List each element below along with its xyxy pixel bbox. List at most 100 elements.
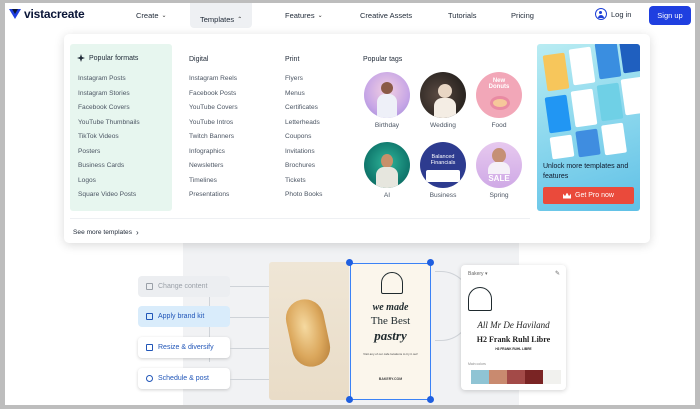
popular-tags-title: Popular tags [363, 56, 403, 63]
link-twitch-banners[interactable]: Twitch Banners [189, 133, 234, 140]
poster-line3: pastry [374, 328, 407, 343]
poster-line1: we made [372, 302, 409, 313]
link-tiktok-videos[interactable]: TikTok Videos [78, 133, 119, 140]
link-instagram-posts[interactable]: Instagram Posts [78, 75, 126, 82]
wedding-image [420, 72, 466, 118]
step-label: Apply brand kit [158, 313, 205, 320]
chevron-up-icon: ⌃ [237, 17, 243, 23]
step-label: Change content [158, 283, 208, 290]
link-business-cards[interactable]: Business Cards [78, 162, 124, 169]
user-icon [595, 8, 607, 20]
link-facebook-covers[interactable]: Facebook Covers [78, 104, 130, 111]
link-instagram-reels[interactable]: Instagram Reels [189, 75, 237, 82]
link-flyers[interactable]: Flyers [285, 75, 303, 82]
tag-spring[interactable]: SALE Spring [475, 142, 523, 199]
nav-features[interactable]: Features ⌄ [285, 11, 323, 20]
nav-templates[interactable]: Templates ⌃ [190, 3, 253, 28]
login-link[interactable]: Log in [595, 8, 631, 20]
pencil-icon[interactable]: ✎ [555, 270, 560, 277]
tag-wedding[interactable]: Wedding [419, 72, 467, 129]
crown-icon [563, 192, 572, 199]
link-youtube-thumbnails[interactable]: YouTube Thumbnails [78, 119, 140, 126]
vistacreate-logo[interactable]: vistacreate [9, 7, 85, 21]
resize-handle[interactable] [427, 259, 434, 266]
tag-business[interactable]: Balanced Financials Business [419, 142, 467, 199]
template-thumb [549, 134, 575, 160]
connector [230, 379, 270, 380]
resize-handle[interactable] [346, 396, 353, 403]
chevron-down-icon: ⌄ [161, 13, 167, 19]
step-resize[interactable]: Resize & diversify [138, 337, 230, 358]
bread-photo [269, 262, 349, 400]
pastry-poster[interactable]: we made The Best pastry Visit any of our… [350, 263, 431, 400]
connector [230, 286, 270, 287]
template-thumb [618, 44, 640, 74]
link-photo-books[interactable]: Photo Books [285, 191, 322, 198]
link-youtube-covers[interactable]: YouTube Covers [189, 104, 238, 111]
step-schedule[interactable]: Schedule & post [138, 368, 230, 389]
menu-divider [70, 218, 530, 219]
get-pro-label: Get Pro now [575, 192, 614, 199]
link-invitations[interactable]: Invitations [285, 148, 315, 155]
link-newsletters[interactable]: Newsletters [189, 162, 223, 169]
link-certificates[interactable]: Certificates [285, 104, 318, 111]
signup-button[interactable]: Sign up [649, 6, 691, 25]
link-timelines[interactable]: Timelines [189, 177, 217, 184]
food-image: New Donuts [476, 72, 522, 118]
step-apply-brand-kit[interactable]: Apply brand kit [138, 306, 230, 327]
browser-frame: Change content Apply brand kit Resize & … [5, 3, 695, 405]
font-sample-caps: H3 FRANK RUHL LIBRE [495, 347, 532, 351]
brand-kit-icon [146, 313, 153, 320]
get-pro-button[interactable]: Get Pro now [543, 187, 634, 204]
step-change-content[interactable]: Change content [138, 276, 230, 297]
link-tickets[interactable]: Tickets [285, 177, 306, 184]
color-swatch[interactable] [525, 370, 543, 384]
brand-name[interactable]: Bakery ▾ [468, 271, 487, 277]
chevron-right-icon: › [136, 228, 139, 237]
bakery-logo-icon [381, 272, 403, 294]
brand-kit-card: Bakery ▾ ✎ All Mr De Haviland H2 Frank R… [461, 265, 566, 390]
template-thumb [544, 94, 572, 134]
link-square-video-posts[interactable]: Square Video Posts [78, 191, 136, 198]
link-coupons[interactable]: Coupons [285, 133, 311, 140]
promo-text: Unlock more templates and features [543, 163, 629, 180]
font-sample-script: All Mr De Haviland [477, 320, 550, 330]
link-instagram-stories[interactable]: Instagram Stories [78, 90, 130, 97]
template-thumb [542, 52, 570, 92]
color-swatch[interactable] [489, 370, 507, 384]
tag-ai[interactable]: AI [363, 142, 411, 199]
tag-birthday[interactable]: Birthday [363, 72, 411, 129]
brand-logo-icon [468, 287, 492, 311]
link-youtube-intros[interactable]: YouTube Intros [189, 119, 233, 126]
link-posters[interactable]: Posters [78, 148, 100, 155]
tag-label: Business [429, 192, 457, 199]
connector [230, 317, 270, 318]
link-facebook-posts[interactable]: Facebook Posts [189, 90, 236, 97]
link-menus[interactable]: Menus [285, 90, 305, 97]
resize-handle[interactable] [427, 396, 434, 403]
link-letterheads[interactable]: Letterheads [285, 119, 320, 126]
template-thumb [570, 88, 598, 128]
change-content-icon [146, 283, 153, 290]
nav-create[interactable]: Create ⌄ [136, 11, 167, 20]
nav-tutorials[interactable]: Tutorials [448, 11, 476, 20]
see-more-templates-link[interactable]: See more templates › [73, 228, 139, 237]
link-infographics[interactable]: Infographics [189, 148, 225, 155]
nav-creative-assets[interactable]: Creative Assets [360, 11, 412, 20]
digital-title: Digital [189, 56, 209, 63]
link-brochures[interactable]: Brochures [285, 162, 315, 169]
color-swatch[interactable] [507, 370, 525, 384]
poster-url: BAKERY.COM [378, 377, 403, 381]
sparkle-icon [77, 54, 85, 62]
nav-pricing[interactable]: Pricing [511, 11, 534, 20]
resize-handle[interactable] [346, 259, 353, 266]
template-thumb [575, 128, 601, 158]
color-swatch[interactable] [471, 370, 489, 384]
connector [230, 348, 270, 349]
tag-food[interactable]: New Donuts Food [475, 72, 523, 129]
link-logos[interactable]: Logos [78, 177, 96, 184]
link-presentations[interactable]: Presentations [189, 191, 229, 198]
color-swatch[interactable] [543, 370, 561, 384]
tag-label: Food [491, 122, 507, 129]
step-label: Resize & diversify [158, 344, 214, 351]
